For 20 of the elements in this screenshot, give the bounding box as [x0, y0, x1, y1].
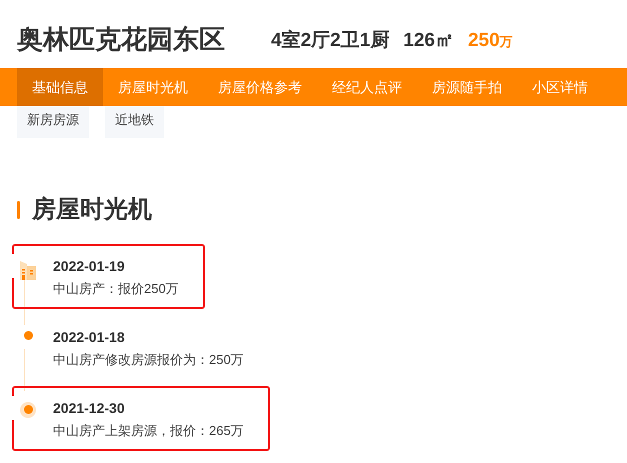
feature-tag: 近地铁: [105, 106, 164, 138]
floor-area: 126㎡: [403, 31, 454, 50]
event-description: 中山房产：报价250万: [53, 280, 179, 298]
event-description: 中山房产上架房源，报价：265万: [53, 422, 244, 440]
nav-tab[interactable]: 经纪人点评: [317, 68, 417, 106]
price: 250万: [468, 31, 513, 50]
nav-tab[interactable]: 房源随手拍: [417, 68, 517, 106]
event-date: 2021-12-30: [53, 398, 126, 418]
event-date: 2022-01-18: [53, 328, 126, 346]
room-layout: 4室2厅2卫1厨: [271, 31, 390, 50]
nav-tab[interactable]: 小区详情: [517, 68, 603, 106]
nav-tab[interactable]: 房屋价格参考: [203, 68, 317, 106]
event-date: 2022-01-19: [53, 256, 126, 276]
property-title: 奥林匹克花园东区: [17, 26, 225, 52]
section-heading: 房屋时光机: [32, 194, 152, 224]
event-description: 中山房产修改房源报价为：250万: [53, 350, 244, 368]
nav-tab[interactable]: 基础信息: [17, 68, 103, 106]
section-accent-bar: [17, 200, 20, 218]
feature-tag: 新房房源: [17, 106, 89, 138]
nav-tab[interactable]: 房屋时光机: [103, 68, 203, 106]
